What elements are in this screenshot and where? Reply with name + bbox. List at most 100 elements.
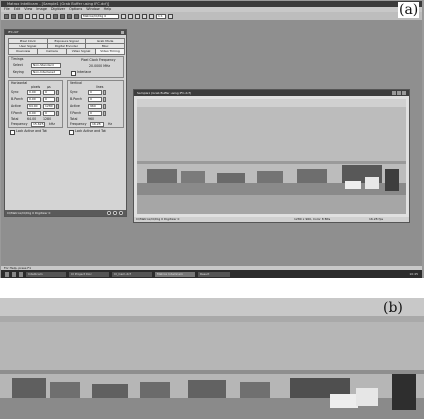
h-freq-field[interactable]: 15.625 [31,122,45,127]
print-icon[interactable] [46,13,51,19]
spinner-icon[interactable] [103,90,106,95]
v-active-field[interactable]: 960 [88,104,102,109]
capture-window: Sample1 (Grab Buffer using IFC.dcf) Cl/M… [133,89,410,223]
quicklaunch-icon[interactable] [12,271,16,277]
dialog-status-bar: Cl/Matrox/Cl/Dig 0 Digitizer 0 [5,210,126,216]
close-icon[interactable] [121,31,124,34]
capture-title: Sample1 (Grab Buffer using IFC.dcf) [137,91,192,95]
h-bporch-pixels[interactable]: 0 [43,97,55,102]
spinner-icon[interactable] [56,97,59,102]
h-lock-checkbox[interactable] [10,130,15,135]
zoom-in-icon[interactable] [135,13,140,19]
timings-select[interactable]: Non-Standard [31,63,61,68]
minimize-icon[interactable] [392,91,396,95]
settings-icon[interactable] [128,13,133,19]
spinner-icon[interactable] [103,104,106,109]
taskbar-item-intellicam[interactable]: Intellicam [26,271,66,277]
tab-video-signal[interactable]: Video Signal [66,48,96,55]
tab-video-timing[interactable]: Video Timing [95,48,125,55]
v-sync-label: Sync [70,90,78,94]
dialog-status-text: Cl/Matrox/Cl/Dig 0 Digitizer 0 [7,211,51,215]
zoom-fit-icon[interactable] [149,13,154,19]
open-icon[interactable] [11,13,16,19]
tab-row-3: Overview Camera Video Signal Video Timin… [8,48,125,55]
cut-icon[interactable] [25,13,30,19]
h-sync-field[interactable]: 0.00 [27,90,41,95]
h-fporch-field[interactable]: 0.00 [27,111,41,116]
v-fporch-label: F.Porch [70,111,82,115]
h-active-field[interactable]: 64.00 [27,104,41,109]
taskbar-item-result[interactable]: Result [198,271,230,277]
status-indicators [107,211,123,215]
taskbar-clock: 10:45 [409,272,418,276]
quicklaunch-icon[interactable] [19,271,23,277]
taskbar-item-project[interactable]: Cl Project Doc [69,271,109,277]
horizontal-group: Horizontal pixels µs Sync 0.00 0 B.Porch… [8,80,63,128]
taskbar-item-matrox[interactable]: Matrox Intellicam [155,271,195,277]
copy-icon[interactable] [32,13,37,19]
taskbar-item-dcf[interactable]: Cl_Cam.dcf [112,271,152,277]
app-title: Matrox Intellicam - [Sample1 (Grab Buffe… [7,2,110,6]
zoom-out-icon[interactable] [142,13,147,19]
h-bporch-field[interactable]: 0.00 [27,97,41,102]
spinner-icon[interactable] [56,90,59,95]
screenshot-panel-b [0,298,424,419]
timings-label: Select [13,63,23,67]
h-total-pixels: 1280 [43,117,52,121]
v-freq-field[interactable]: 16.28 [90,122,104,127]
h-sync-label: Sync [11,90,19,94]
indicator-icon [119,211,123,215]
panel-label-b: (b) [383,300,403,316]
grab-icon[interactable] [53,13,58,19]
paste-icon[interactable] [39,13,44,19]
save-icon[interactable] [18,13,23,19]
h-active-pixels[interactable]: 1280 [43,104,55,109]
help-icon[interactable] [168,13,173,19]
spinner-icon[interactable] [56,104,59,109]
panel-label-a: (a) [398,2,420,18]
dialog-title-bar: IFC.dcf [5,30,126,35]
h-total-value: 64.00 [27,117,37,121]
new-icon[interactable] [4,13,9,19]
spinner-icon[interactable] [103,111,106,116]
dropdown-icon[interactable] [121,13,126,19]
stop-icon[interactable] [67,13,72,19]
h-sync-pixels[interactable]: 0 [43,90,55,95]
interlace-label: Interlace [77,70,92,74]
v-lock-checkbox[interactable] [69,130,74,135]
v-bporch-label: B.Porch [70,97,82,101]
h-active-label: Active [11,104,21,108]
spinner-icon[interactable] [103,97,106,102]
zoom-field[interactable]: 1:1 [156,13,166,19]
keying-select[interactable]: Non-Interlaced [31,70,61,75]
capture-title-bar: Sample1 (Grab Buffer using IFC.dcf) [134,90,409,96]
h-freq-label: Frequency [11,122,28,126]
v-sync-field[interactable]: 0 [88,90,102,95]
capture-status-source: Cl/Matrox/Cl/Dig 0 Digitizer 0 [136,217,180,221]
close-icon[interactable] [402,91,406,95]
tab-overview[interactable]: Overview [8,48,38,55]
camera-select[interactable]: Matrox/Cl/Dig 0 [81,13,119,19]
pixel-clock-value: 20.0000 MHz [89,64,111,68]
tab-camera[interactable]: Camera [37,48,67,55]
capture-status-bar: Cl/Matrox/Cl/Dig 0 Digitizer 0 1280 x 96… [134,217,409,222]
h-total-label: Total [11,117,19,121]
timings-header: Timings [11,57,24,61]
mdi-workspace: IFC.dcf Pixel Clock Exposure Signal Grab… [1,20,422,266]
h-freq-unit: kHz [49,122,55,126]
v-bporch-field[interactable]: 0 [88,97,102,102]
start-icon[interactable] [5,271,9,277]
maximize-icon[interactable] [397,91,401,95]
h-fporch-pixels[interactable]: 0 [43,111,55,116]
grab-continuous-icon[interactable] [60,13,65,19]
camera-icon[interactable] [74,13,79,19]
horizontal-col-pixels: pixels [31,85,41,89]
v-freq-unit: Hz [108,122,113,126]
v-fporch-field[interactable]: 0 [88,111,102,116]
window-controls [392,91,406,95]
windows-taskbar: Intellicam Cl Project Doc Cl_Cam.dcf Mat… [1,270,422,278]
interlace-checkbox[interactable] [71,71,76,76]
grabbed-image[interactable] [137,99,406,214]
spinner-icon[interactable] [56,111,59,116]
timings-group: Timings Select Non-Standard Keying Non-I… [8,56,124,78]
